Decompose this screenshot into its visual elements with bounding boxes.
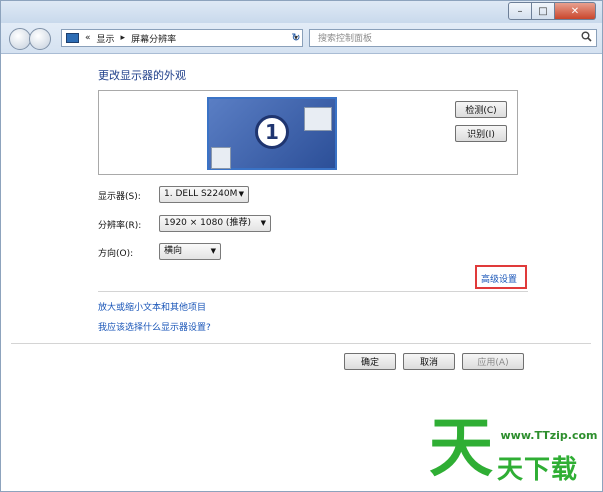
display-select[interactable]: 1. DELL S2240M ▼	[159, 186, 249, 203]
chevron-down-icon: ▼	[210, 247, 216, 255]
watermark-text: 天下载	[497, 455, 579, 485]
mini-window-icon	[211, 147, 231, 169]
breadcrumb-separator: ▸	[120, 33, 126, 43]
detect-button[interactable]: 检测(C)	[455, 101, 507, 118]
resolution-label: 分辨率(R):	[98, 221, 142, 231]
navigation-bar: « 显示 ▸ 屏幕分辨率 ▾ ↻	[1, 23, 602, 54]
ok-button[interactable]: 确定	[344, 353, 396, 370]
monitor-number-badge: 1	[255, 115, 289, 149]
monitor-preview-panel: 1 检测(C) 识别(I)	[98, 90, 518, 175]
apply-button[interactable]: 应用(A)	[462, 353, 524, 370]
orientation-select[interactable]: 横向 ▼	[159, 243, 221, 260]
minimize-button[interactable]: –	[508, 2, 532, 20]
search-box	[309, 29, 597, 47]
resolution-select[interactable]: 1920 × 1080 (推荐) ▼	[159, 215, 271, 232]
page-title: 更改显示器的外观	[98, 69, 186, 82]
advanced-settings-link[interactable]: 高级设置	[481, 272, 517, 285]
control-panel-monitor-icon	[66, 33, 79, 43]
watermark-url: www.TTzip.com	[500, 425, 598, 447]
mini-window-icon	[304, 107, 332, 131]
refresh-icon[interactable]: ↻	[287, 29, 305, 47]
chevron-down-icon: ▼	[238, 190, 244, 198]
orientation-label: 方向(O):	[98, 249, 134, 259]
breadcrumb-resolution[interactable]: 屏幕分辨率	[131, 32, 176, 45]
resolution-select-value: 1920 × 1080 (推荐)	[164, 218, 251, 228]
window-controls: – □ ✕	[508, 2, 596, 20]
chevron-down-icon: ▼	[260, 219, 266, 227]
display-select-value: 1. DELL S2240M	[164, 189, 238, 199]
orientation-select-value: 横向	[164, 246, 183, 256]
monitor-1-preview[interactable]: 1	[207, 97, 337, 170]
divider	[98, 291, 528, 292]
display-help-link[interactable]: 我应该选择什么显示器设置?	[98, 320, 211, 333]
display-label: 显示器(S):	[98, 192, 141, 202]
title-bar: – □ ✕	[1, 1, 602, 23]
forward-button[interactable]	[29, 28, 51, 50]
search-input[interactable]	[316, 31, 570, 47]
breadcrumb-display[interactable]: 显示	[97, 32, 115, 45]
address-bar[interactable]: « 显示 ▸ 屏幕分辨率 ▾	[61, 29, 303, 47]
maximize-button[interactable]: □	[532, 2, 555, 20]
divider	[11, 343, 591, 344]
search-icon[interactable]	[581, 31, 592, 45]
display-settings-window: – □ ✕ « 显示 ▸ 屏幕分辨率 ▾ ↻ 更改显示器的外观 1	[0, 0, 603, 492]
cancel-button[interactable]: 取消	[403, 353, 455, 370]
watermark-logo-char: 天	[429, 412, 493, 486]
close-button[interactable]: ✕	[555, 2, 596, 20]
breadcrumb-prefix: «	[85, 33, 91, 43]
back-button[interactable]	[9, 28, 31, 50]
identify-button[interactable]: 识别(I)	[455, 125, 507, 142]
text-size-link[interactable]: 放大或缩小文本和其他项目	[98, 300, 206, 313]
